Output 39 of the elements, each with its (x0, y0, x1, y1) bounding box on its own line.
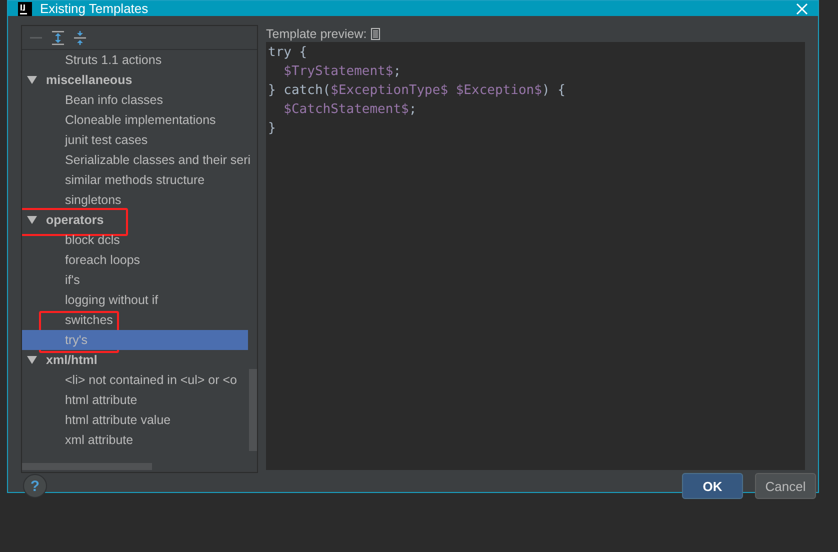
document-icon (370, 28, 380, 40)
tree-item[interactable]: if's (22, 270, 248, 290)
tree-item[interactable]: Serializable classes and their seri (22, 150, 248, 170)
tree-group-label[interactable]: miscellaneous (46, 73, 132, 87)
tree-item[interactable]: html attribute value (22, 410, 248, 430)
code-line: } (268, 120, 277, 138)
code-line: $TryStatement$; (282, 63, 402, 81)
preview-label: Template preview: (266, 26, 367, 40)
window-title: Existing Templates (40, 1, 150, 16)
tree-item[interactable]: Cloneable implementations (22, 110, 248, 130)
tree-item[interactable]: foreach loops (22, 250, 248, 270)
expand-arrow-icon[interactable] (27, 215, 37, 225)
expand-arrow-icon[interactable] (27, 355, 37, 365)
tree-item[interactable]: switches (22, 310, 248, 330)
collapse-all-icon[interactable] (74, 30, 86, 44)
tree-item[interactable]: singletons (22, 190, 248, 210)
tree-item[interactable]: junit test cases (22, 130, 248, 150)
app-logo-icon (18, 2, 32, 16)
close-icon[interactable] (796, 2, 808, 14)
horizontal-scrollbar[interactable] (22, 463, 152, 470)
code-line: $CatchStatement$; (282, 101, 418, 119)
help-button[interactable]: ? (23, 474, 47, 498)
expand-all-icon[interactable] (52, 30, 64, 44)
tree-item[interactable]: html attribute (22, 390, 248, 410)
expand-arrow-icon[interactable] (27, 75, 37, 85)
ok-button[interactable]: OK (682, 473, 743, 499)
cancel-button[interactable]: Cancel (755, 473, 816, 499)
tree-item[interactable]: Bean info classes (22, 90, 248, 110)
code-line: } catch($ExceptionType$ $Exception$) { (268, 82, 566, 100)
vertical-scrollbar[interactable] (249, 369, 257, 451)
tree-item[interactable]: xml attribute (22, 430, 248, 450)
tree-group-label[interactable]: operators (46, 213, 104, 227)
tree-item[interactable]: similar methods structure (22, 170, 248, 190)
tree-item[interactable]: logging without if (22, 290, 248, 310)
tree-group-label[interactable]: xml/html (46, 353, 98, 367)
code-line: try { (268, 44, 308, 62)
tree-item[interactable]: Struts 1.1 actions (22, 50, 248, 70)
tree-item[interactable]: <li> not contained in <ul> or <o (22, 370, 248, 390)
tree-item[interactable]: block dcls (22, 230, 248, 250)
